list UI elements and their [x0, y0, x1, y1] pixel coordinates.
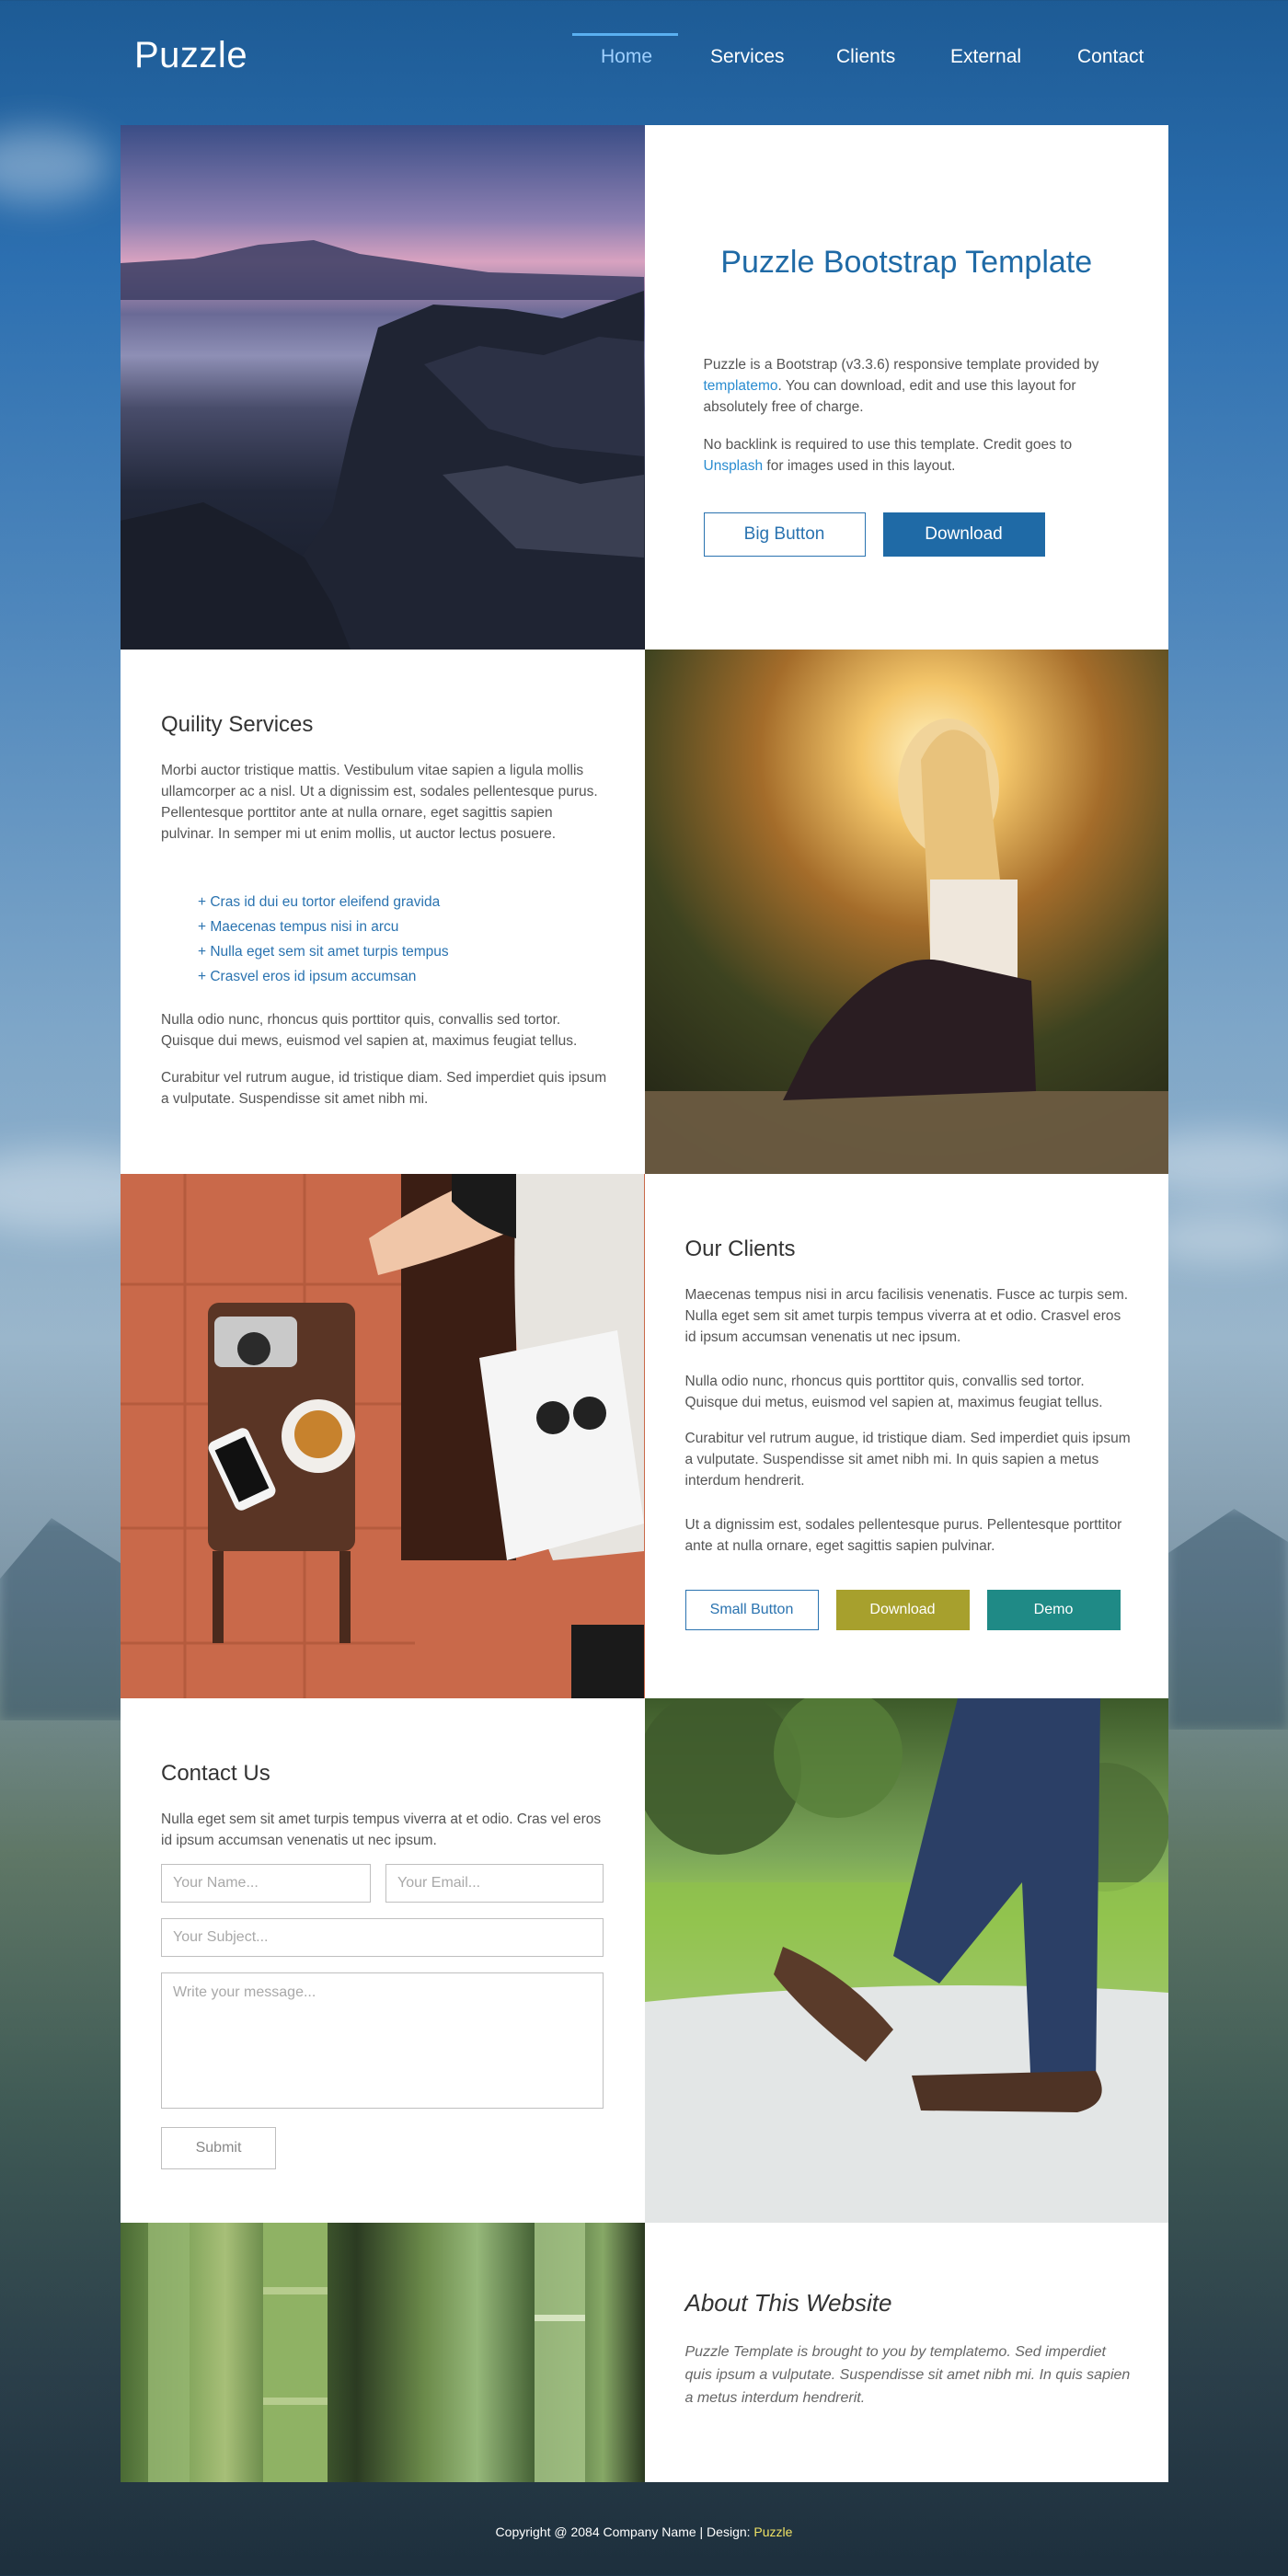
- clients-paragraph-1: Maecenas tempus nisi in arcu facilisis v…: [684, 1287, 1129, 1345]
- hero-paragraph-1: Puzzle is a Bootstrap (v3.3.6) responsiv…: [704, 354, 1099, 418]
- services-title: Quility Services: [161, 712, 314, 737]
- list-item[interactable]: + Cras id dui eu tortor eleifend gravida: [198, 890, 449, 914]
- unsplash-link[interactable]: Unsplash: [704, 458, 764, 474]
- contact-paragraph: Nulla eget sem sit amet turpis tempus vi…: [161, 1811, 602, 1848]
- hero-row: Puzzle Bootstrap Template Puzzle is a Bo…: [121, 125, 1168, 650]
- walking-man-image: [644, 1698, 1168, 2223]
- hero-paragraph-2: No backlink is required to use this temp…: [704, 434, 1099, 477]
- download-button[interactable]: Download: [882, 512, 1045, 557]
- girl-scene-art: [644, 719, 1168, 1174]
- footer-text: Copyright @ 2084 Company Name | Design:: [495, 2524, 754, 2539]
- services-list: + Cras id dui eu tortor eleifend gravida…: [198, 890, 449, 989]
- clients-row: Our Clients Maecenas tempus nisi in arcu…: [121, 1174, 1168, 1698]
- hero-p2-text-end: for images used in this layout.: [763, 458, 956, 474]
- nav-active-indicator: [572, 33, 678, 36]
- clients-paragraph-3: Curabitur vel rutrum augue, id tristique…: [684, 1431, 1131, 1489]
- contact-row: Contact Us Nulla eget sem sit amet turpi…: [121, 1698, 1168, 2223]
- submit-button[interactable]: Submit: [161, 2127, 276, 2169]
- lake-sunset-image: [121, 125, 645, 650]
- hero-p2-text: No backlink is required to use this temp…: [703, 437, 1073, 453]
- list-item[interactable]: + Nulla eget sem sit amet turpis tempus: [198, 939, 449, 964]
- tea-table-image: [121, 1174, 645, 1698]
- footer-puzzle-link[interactable]: Puzzle: [753, 2524, 792, 2539]
- nav-item-contact[interactable]: Contact: [1077, 46, 1144, 68]
- nav-item-external[interactable]: External: [950, 46, 1021, 68]
- services-paragraph-3: Curabitur vel rutrum augue, id tristique…: [161, 1070, 607, 1107]
- lake-scene-art: [121, 240, 644, 650]
- content-grid: Puzzle Bootstrap Template Puzzle is a Bo…: [121, 125, 1168, 2482]
- nav-item-home[interactable]: Home: [601, 46, 652, 68]
- about-row: About This Website Puzzle Template is br…: [121, 2223, 1168, 2482]
- services-paragraph-1: Morbi auctor tristique mattis. Vestibulu…: [161, 763, 598, 842]
- services-paragraph-2: Nulla odio nunc, rhoncus quis porttitor …: [161, 1012, 578, 1049]
- templatemo-link[interactable]: templatemo: [704, 378, 778, 394]
- nav-item-services[interactable]: Services: [710, 46, 785, 68]
- clients-paragraph-4: Ut a dignissim est, sodales pellentesque…: [684, 1517, 1122, 1554]
- services-row: Quility Services Morbi auctor tristique …: [121, 650, 1168, 1174]
- top-navigation: Puzzle Home Services Clients External Co…: [0, 0, 1288, 120]
- clients-panel: Our Clients Maecenas tempus nisi in arcu…: [644, 1174, 1168, 1698]
- message-textarea[interactable]: Write your message...: [161, 1972, 604, 2109]
- footer: Copyright @ 2084 Company Name | Design: …: [0, 2524, 1288, 2539]
- nav-item-clients[interactable]: Clients: [836, 46, 895, 68]
- clients-paragraph-2: Nulla odio nunc, rhoncus quis porttitor …: [684, 1374, 1103, 1410]
- hero-title: Puzzle Bootstrap Template: [720, 245, 1093, 280]
- hero-text-panel: Puzzle Bootstrap Template Puzzle is a Bo…: [644, 125, 1168, 650]
- contact-panel: Contact Us Nulla eget sem sit amet turpi…: [121, 1698, 645, 2223]
- hero-p1-text: Puzzle is a Bootstrap (v3.3.6) responsiv…: [703, 357, 1099, 373]
- about-panel: About This Website Puzzle Template is br…: [644, 2223, 1168, 2482]
- girl-sunset-image: [644, 650, 1168, 1174]
- name-field[interactable]: Your Name...: [161, 1864, 371, 1903]
- subject-field[interactable]: Your Subject...: [161, 1918, 604, 1957]
- walk-scene-art: [644, 1698, 1168, 2223]
- clients-download-button[interactable]: Download: [835, 1590, 970, 1630]
- demo-button[interactable]: Demo: [986, 1590, 1121, 1630]
- about-title: About This Website: [684, 2289, 892, 2317]
- bamboo-scene-art: [148, 2223, 585, 2482]
- list-item[interactable]: + Maecenas tempus nisi in arcu: [198, 914, 449, 939]
- list-item[interactable]: + Crasvel eros id ipsum accumsan: [198, 964, 449, 989]
- small-button[interactable]: Small Button: [684, 1590, 819, 1630]
- about-paragraph: Puzzle Template is brought to you by tem…: [684, 2344, 1131, 2406]
- services-panel: Quility Services Morbi auctor tristique …: [121, 650, 645, 1174]
- bamboo-image: [121, 2223, 645, 2482]
- email-field[interactable]: Your Email...: [385, 1864, 604, 1903]
- brand-logo[interactable]: Puzzle: [134, 35, 247, 76]
- contact-title: Contact Us: [161, 1761, 270, 1786]
- tea-scene-art: [121, 1174, 644, 1698]
- clients-title: Our Clients: [684, 1236, 796, 1261]
- big-button[interactable]: Big Button: [703, 512, 866, 557]
